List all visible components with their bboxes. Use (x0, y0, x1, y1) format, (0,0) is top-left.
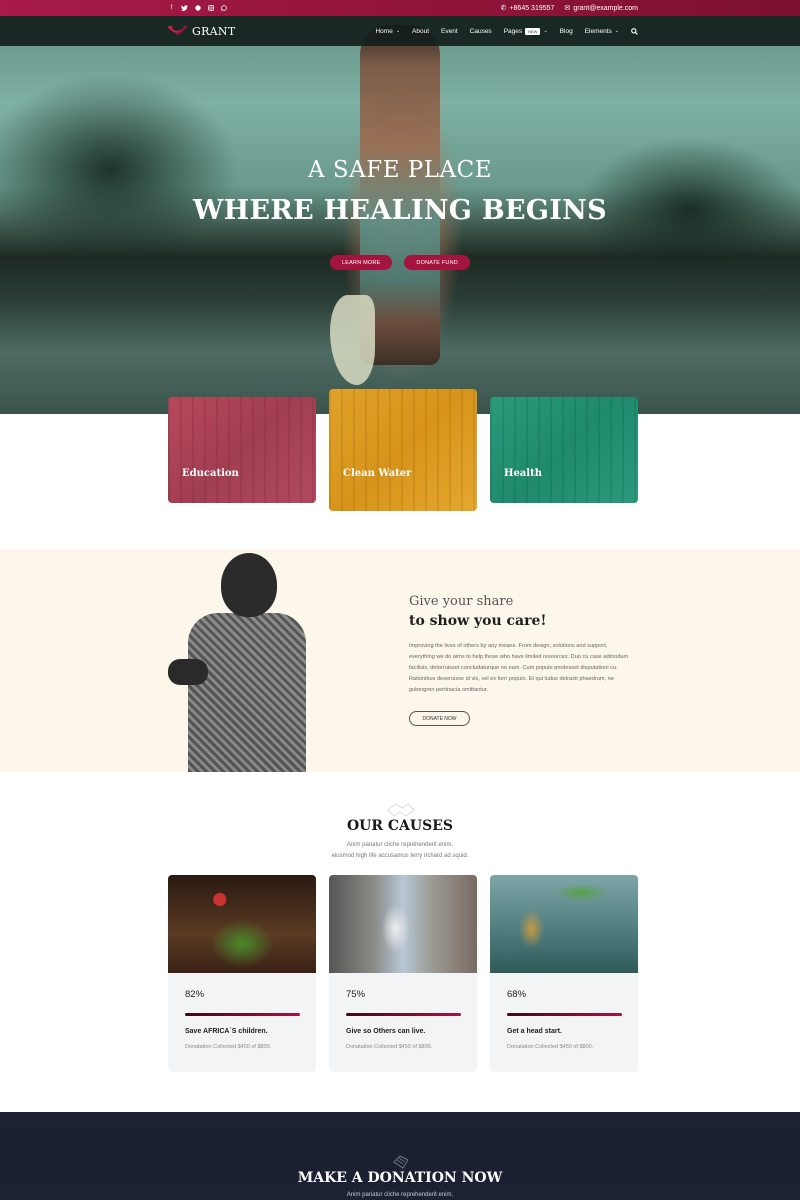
feature-label: Clean Water (343, 468, 412, 479)
nav-item-blog[interactable]: Blog (560, 28, 573, 35)
feature-image (490, 397, 638, 503)
logo[interactable]: GRANT (168, 25, 235, 38)
progress-fill (507, 1013, 622, 1016)
cause-image (329, 875, 477, 973)
give-section (0, 549, 800, 772)
cause-percent: 75% (346, 989, 366, 1000)
email-contact[interactable]: ✉ grant@example.com (564, 4, 638, 13)
donate-now-button[interactable]: DONATE NOW (409, 711, 470, 726)
cause-image (490, 875, 638, 973)
learn-more-button[interactable]: LEARN MORE (330, 255, 393, 270)
progress-fill (185, 1013, 300, 1016)
cause-title[interactable]: Get a head start. (507, 1028, 562, 1035)
cause-title[interactable]: Save AFRICA`S children. (185, 1028, 268, 1035)
search-button[interactable] (631, 27, 638, 35)
feature-image (168, 397, 316, 503)
cause-card[interactable]: 82% Save AFRICA`S children. Donatation C… (168, 875, 316, 1072)
cause-progress-bar (346, 1013, 461, 1016)
donation-title: MAKE A DONATION NOW (297, 1170, 503, 1186)
nav-item-label: Causes (469, 27, 492, 35)
nav-item-elements[interactable]: Elements ⌄ (585, 28, 619, 35)
feature-label: Education (182, 468, 239, 479)
nav-item-home[interactable]: Home ⌄ (375, 28, 400, 35)
cause-card[interactable]: 68% Get a head start. Donatation Collect… (490, 875, 638, 1072)
handshake-icon (387, 803, 415, 817)
top-bar: f ✆ +8645 319557 ✉ grant@example.com (0, 0, 800, 16)
feature-image (329, 389, 477, 511)
cause-note: Donatation Collected $450 of $800. (507, 1044, 594, 1050)
contact-info: ✆ +8645 319557 ✉ grant@example.com (500, 4, 638, 13)
hero-buttons: LEARN MORE DONATE FUND (0, 255, 800, 270)
give-paragraph: Improving the lives of others by any mea… (409, 643, 629, 693)
chevron-down-icon: ⌄ (395, 28, 401, 34)
nav-item-label: Home (375, 27, 393, 35)
search-icon (631, 27, 638, 35)
chevron-down-icon: ⌄ (543, 28, 548, 34)
child-body (188, 613, 306, 772)
feature-label: Health (504, 468, 542, 479)
phone-icon: ✆ (500, 5, 507, 12)
instagram-icon[interactable] (207, 5, 214, 12)
cause-card[interactable]: 75% Give so Others can live. Donatation … (329, 875, 477, 1072)
chevron-down-icon: ⌄ (614, 28, 619, 34)
logo-text: GRANT (192, 24, 236, 38)
new-badge: NEW (525, 27, 541, 35)
donate-fund-button[interactable]: DONATE FUND (404, 255, 470, 270)
handshake-icon (393, 1155, 409, 1169)
dribbble-icon[interactable] (194, 5, 201, 12)
causes-title: OUR CAUSES (346, 818, 454, 834)
give-heading-bold: to show you care! (409, 613, 547, 629)
nav-item-label: Elements (584, 27, 612, 35)
child-portrait-image (168, 549, 328, 772)
cause-image (168, 875, 316, 973)
cause-percent: 68% (507, 989, 527, 1000)
facebook-icon[interactable]: f (168, 5, 175, 12)
progress-fill (346, 1013, 461, 1016)
hero-title: WHERE HEALING BEGINS (193, 195, 607, 226)
feature-card-health[interactable]: Health (490, 397, 638, 503)
nav-menu: Home ⌄ About Event Causes Pages NEW ⌄ Bl… (375, 27, 638, 35)
cause-progress-bar (185, 1013, 300, 1016)
causes-subtitle-line: Anim pariatur cliche reprehenderit enim, (346, 842, 454, 848)
causes-subtitle-line: eiusmod high life accusamus terry richar… (331, 852, 469, 859)
phone-contact[interactable]: ✆ +8645 319557 (500, 4, 555, 13)
nav-item-causes[interactable]: Causes (470, 28, 492, 35)
hero-image-cloth (330, 295, 375, 385)
social-links: f (168, 5, 227, 12)
donation-subtitle: Anim pariatur cliche reprehenderit enim, (346, 1192, 454, 1198)
child-head (221, 553, 277, 617)
nav-item-label: Event (441, 27, 458, 35)
causes-subtitle: Anim pariatur cliche reprehenderit enim,… (0, 840, 800, 861)
nav-item-label: Blog (559, 27, 573, 35)
cause-percent: 82% (185, 989, 205, 1000)
child-arm (168, 659, 208, 685)
twitter-icon[interactable] (181, 5, 188, 12)
give-heading-light: Give your share (409, 594, 514, 609)
feature-card-education[interactable]: Education (168, 397, 316, 503)
cause-progress-bar (507, 1013, 622, 1016)
feature-card-clean-water[interactable]: Clean Water (329, 389, 477, 511)
cause-title[interactable]: Give so Others can live. (346, 1028, 425, 1035)
email-icon: ✉ (564, 5, 571, 12)
nav-item-about[interactable]: About (412, 28, 429, 35)
nav-item-label: Pages (503, 27, 523, 35)
main-nav: GRANT Home ⌄ About Event Causes Pages NE… (0, 16, 800, 46)
email-address: grant@example.com (573, 4, 638, 12)
nav-item-pages[interactable]: Pages NEW ⌄ (503, 27, 548, 35)
nav-item-label: About (412, 27, 430, 35)
hero-subtitle: A SAFE PLACE (307, 157, 493, 183)
phone-number: +8645 319557 (509, 4, 555, 12)
logo-icon (168, 25, 187, 35)
whatsapp-icon[interactable] (220, 5, 227, 12)
cause-note: Donatation Collected $450 of $800. (185, 1044, 272, 1050)
cause-note: Donatation Collected $450 of $800. (346, 1044, 433, 1050)
nav-item-event[interactable]: Event (441, 28, 458, 35)
